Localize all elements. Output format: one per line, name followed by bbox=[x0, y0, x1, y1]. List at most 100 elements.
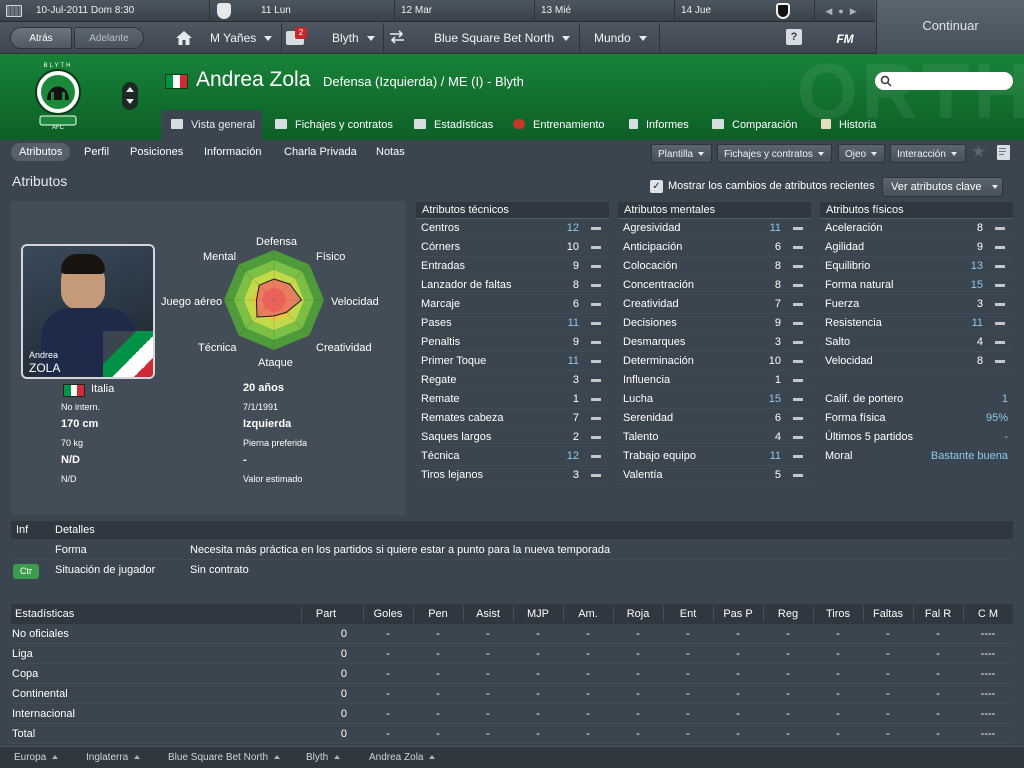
calendar-day[interactable]: 12 Mar bbox=[395, 0, 535, 22]
back-button[interactable]: Atrás bbox=[10, 27, 72, 49]
breadcrumb-item[interactable]: Andrea Zola bbox=[355, 747, 436, 768]
tab-estadisticas[interactable]: Estadísticas bbox=[404, 110, 499, 140]
column-header[interactable]: Tiros bbox=[813, 604, 863, 624]
club-dropdown[interactable]: Blyth bbox=[322, 23, 384, 54]
breadcrumb-item[interactable]: Blyth bbox=[292, 747, 341, 768]
attribute-row[interactable]: Valentía 5 bbox=[618, 466, 811, 485]
swap-icon[interactable] bbox=[388, 30, 408, 46]
subnav-perfil[interactable]: Perfil bbox=[76, 143, 117, 161]
search-field[interactable] bbox=[875, 72, 1013, 90]
attribute-row[interactable]: Determinación 10 bbox=[618, 352, 811, 371]
attribute-row[interactable]: Técnica 12 bbox=[416, 447, 609, 466]
help-button[interactable]: ? bbox=[786, 29, 802, 45]
column-header[interactable]: Roja bbox=[613, 604, 663, 624]
home-icon[interactable] bbox=[170, 29, 198, 49]
column-header[interactable]: Pas P bbox=[713, 604, 763, 624]
chevron-up-icon[interactable] bbox=[126, 87, 134, 92]
attribute-row[interactable]: Tiros lejanos 3 bbox=[416, 466, 609, 485]
fichajes-dropdown[interactable]: Fichajes y contratos bbox=[717, 144, 832, 163]
tab-vista-general[interactable]: Vista general bbox=[161, 110, 262, 140]
tab-historia[interactable]: Historia bbox=[811, 110, 891, 140]
player-scroll-control[interactable] bbox=[122, 82, 138, 110]
attribute-row[interactable]: Centros 12 bbox=[416, 219, 609, 238]
interaccion-dropdown[interactable]: Interacción bbox=[890, 144, 966, 163]
attribute-row[interactable]: Desmarques 3 bbox=[618, 333, 811, 352]
attribute-row[interactable]: Serenidad 6 bbox=[618, 409, 811, 428]
attribute-row[interactable]: Remates cabeza 7 bbox=[416, 409, 609, 428]
attribute-row[interactable]: Penaltis 9 bbox=[416, 333, 609, 352]
calendar-icon[interactable] bbox=[6, 5, 22, 17]
attribute-row[interactable]: Trabajo equipo 11 bbox=[618, 447, 811, 466]
attribute-row[interactable]: Pases 11 bbox=[416, 314, 609, 333]
breadcrumb-item[interactable]: Blue Square Bet North bbox=[154, 747, 281, 768]
subnav-charla-privada[interactable]: Charla Privada bbox=[276, 143, 365, 161]
column-header[interactable]: Reg bbox=[763, 604, 813, 624]
tab-comparacion[interactable]: Comparación bbox=[702, 110, 806, 140]
attribute-row[interactable]: Lucha 15 bbox=[618, 390, 811, 409]
column-header[interactable]: Estadísticas bbox=[11, 604, 301, 624]
show-changes-checkbox[interactable]: ✓ bbox=[650, 180, 663, 193]
column-header[interactable]: Asist bbox=[463, 604, 513, 624]
subnav-notas[interactable]: Notas bbox=[368, 143, 413, 161]
table-cell: - bbox=[486, 688, 490, 700]
league-dropdown[interactable]: Blue Square Bet North bbox=[424, 23, 580, 54]
column-header[interactable]: Ent bbox=[663, 604, 713, 624]
attribute-row[interactable]: Regate 3 bbox=[416, 371, 609, 390]
subnav-informacion[interactable]: Información bbox=[196, 143, 269, 161]
column-header[interactable]: Am. bbox=[563, 604, 613, 624]
attribute-row[interactable]: Velocidad 8 bbox=[820, 352, 1013, 371]
attribute-row[interactable]: Córners 10 bbox=[416, 238, 609, 257]
forward-button[interactable]: Adelante bbox=[74, 27, 144, 49]
attribute-row[interactable]: Influencia 1 bbox=[618, 371, 811, 390]
attribute-value: 11 bbox=[769, 222, 781, 234]
attribute-row[interactable]: Aceleración 8 bbox=[820, 219, 1013, 238]
attribute-row[interactable]: Remate 1 bbox=[416, 390, 609, 409]
key-attributes-dropdown[interactable]: Ver atributos clave bbox=[882, 177, 1003, 197]
add-note-icon[interactable] bbox=[997, 145, 1010, 160]
attribute-row[interactable]: Talento 4 bbox=[618, 428, 811, 447]
attribute-row[interactable]: Agilidad 9 bbox=[820, 238, 1013, 257]
subnav-posiciones[interactable]: Posiciones bbox=[122, 143, 191, 161]
ojeo-dropdown[interactable]: Ojeo bbox=[838, 144, 885, 163]
subnav-atributos[interactable]: Atributos bbox=[11, 143, 71, 161]
tab-informes[interactable]: Informes bbox=[619, 110, 701, 140]
attribute-row[interactable]: Entradas 9 bbox=[416, 257, 609, 276]
chevron-down-icon[interactable] bbox=[126, 99, 134, 104]
calendar-controls[interactable]: ◀●▶ bbox=[815, 4, 873, 18]
world-dropdown[interactable]: Mundo bbox=[584, 23, 660, 54]
plantilla-dropdown[interactable]: Plantilla bbox=[651, 144, 712, 163]
column-header[interactable]: MJP bbox=[513, 604, 563, 624]
breadcrumb-item[interactable]: Inglaterra bbox=[72, 747, 141, 768]
attribute-row[interactable]: Decisiones 9 bbox=[618, 314, 811, 333]
attribute-row[interactable]: Resistencia 11 bbox=[820, 314, 1013, 333]
search-input[interactable] bbox=[893, 74, 1007, 88]
column-header[interactable]: C M bbox=[963, 604, 1013, 624]
column-header[interactable]: Pen bbox=[413, 604, 463, 624]
attribute-row[interactable]: Creatividad 7 bbox=[618, 295, 811, 314]
attribute-row[interactable]: Forma natural 15 bbox=[820, 276, 1013, 295]
tab-fichajes-contratos[interactable]: Fichajes y contratos bbox=[265, 110, 397, 140]
no-change-icon bbox=[591, 360, 601, 363]
attribute-row[interactable]: Equilibrio 13 bbox=[820, 257, 1013, 276]
manager-dropdown[interactable]: M Yañes bbox=[200, 23, 282, 54]
attribute-row[interactable]: Fuerza 3 bbox=[820, 295, 1013, 314]
column-header[interactable]: Goles bbox=[363, 604, 413, 624]
star-icon[interactable]: ★ bbox=[971, 142, 986, 162]
calendar-day[interactable]: 11 Lun bbox=[255, 0, 395, 22]
attribute-row[interactable]: Lanzador de faltas 8 bbox=[416, 276, 609, 295]
attribute-row[interactable]: Colocación 8 bbox=[618, 257, 811, 276]
attribute-row[interactable]: Concentración 8 bbox=[618, 276, 811, 295]
attribute-row[interactable]: Marcaje 6 bbox=[416, 295, 609, 314]
column-header[interactable]: Fal R bbox=[913, 604, 963, 624]
column-header[interactable]: Part bbox=[301, 604, 351, 624]
attribute-row[interactable]: Saques largos 2 bbox=[416, 428, 609, 447]
attribute-row[interactable]: Primer Toque 11 bbox=[416, 352, 609, 371]
column-header[interactable]: Faltas bbox=[863, 604, 913, 624]
attribute-row[interactable]: Salto 4 bbox=[820, 333, 1013, 352]
calendar-day[interactable]: 13 Mié bbox=[535, 0, 675, 22]
calendar-day[interactable]: 14 Jue bbox=[675, 0, 815, 22]
tab-entrenamiento[interactable]: Entrenamiento bbox=[503, 110, 613, 140]
breadcrumb-item[interactable]: Europa bbox=[0, 747, 59, 768]
attribute-row[interactable]: Anticipación 6 bbox=[618, 238, 811, 257]
attribute-row[interactable]: Agresividad 11 bbox=[618, 219, 811, 238]
